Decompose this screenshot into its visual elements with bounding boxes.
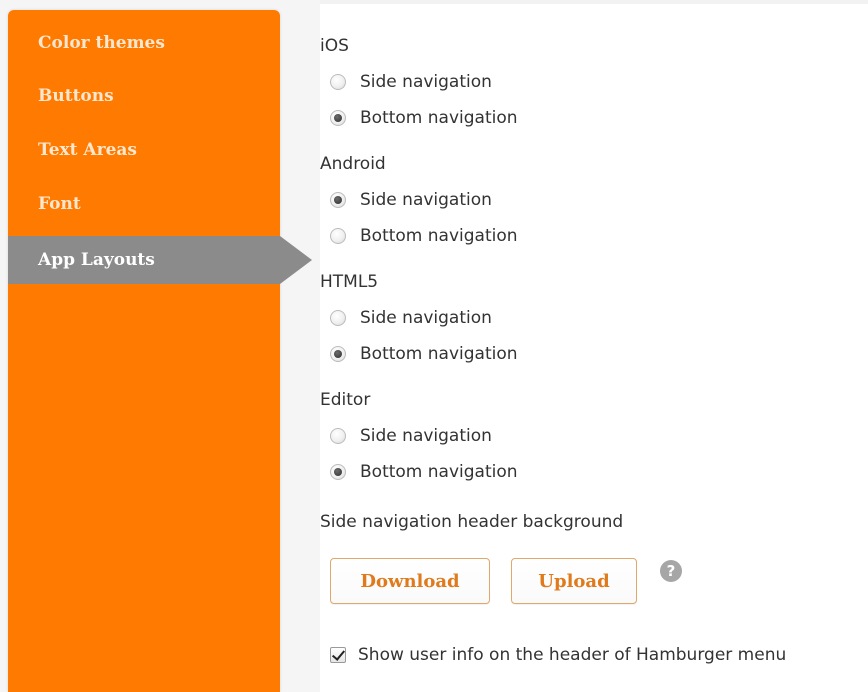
help-icon[interactable]: ? [660,560,682,582]
sidebar-item-text-areas[interactable]: Text Areas [8,126,280,174]
sidebar-item-color-themes[interactable]: Color themes [8,19,280,67]
group-title-android: Android [320,154,386,174]
sidebar-area: Color themes Buttons Text Areas Font App… [0,0,320,692]
ios-bottom-navigation-radio[interactable]: Bottom navigation [330,106,518,130]
show-user-info-checkbox-row[interactable]: Show user info on the header of Hamburge… [330,645,786,665]
radio-button[interactable] [330,228,346,244]
active-pointer-arrow [280,236,312,284]
radio-label: Bottom navigation [360,344,518,364]
radio-label: Side navigation [360,426,492,446]
html5-bottom-navigation-radio[interactable]: Bottom navigation [330,342,518,366]
radio-button[interactable] [330,464,346,480]
radio-button[interactable] [330,346,346,362]
radio-label: Bottom navigation [360,462,518,482]
sidebar-item-buttons[interactable]: Buttons [8,72,280,120]
download-button[interactable]: Download [330,558,490,604]
editor-side-navigation-radio[interactable]: Side navigation [330,424,492,448]
android-side-navigation-radio[interactable]: Side navigation [330,188,492,212]
group-title-html5: HTML5 [320,272,379,292]
android-bottom-navigation-radio[interactable]: Bottom navigation [330,224,518,248]
radio-button[interactable] [330,110,346,126]
radio-label: Side navigation [360,190,492,210]
upload-button[interactable]: Upload [511,558,637,604]
radio-button[interactable] [330,192,346,208]
group-title-editor: Editor [320,390,371,410]
group-title-ios: iOS [320,36,349,56]
html5-side-navigation-radio[interactable]: Side navigation [330,306,492,330]
editor-bottom-navigation-radio[interactable]: Bottom navigation [330,460,518,484]
sidebar: Color themes Buttons Text Areas Font App… [8,10,312,692]
radio-button[interactable] [330,74,346,90]
radio-label: Bottom navigation [360,226,518,246]
ios-side-navigation-radio[interactable]: Side navigation [330,70,492,94]
radio-label: Bottom navigation [360,108,518,128]
sidebar-item-font[interactable]: Font [8,180,280,228]
sidebar-item-label: Font [38,194,81,214]
radio-label: Side navigation [360,72,492,92]
radio-button[interactable] [330,428,346,444]
sidebar-item-label: App Layouts [38,250,155,270]
sidebar-item-label: Buttons [38,86,114,106]
radio-label: Side navigation [360,308,492,328]
show-user-info-checkbox[interactable] [330,647,346,663]
sidebar-item-app-layouts[interactable]: App Layouts [8,236,312,284]
sidebar-item-label: Text Areas [38,140,137,160]
radio-button[interactable] [330,310,346,326]
header-background-label: Side navigation header background [320,512,624,532]
show-user-info-label: Show user info on the header of Hamburge… [358,645,787,665]
main-content: iOS Side navigation Bottom navigation An… [320,0,868,692]
sidebar-item-label: Color themes [38,33,165,53]
